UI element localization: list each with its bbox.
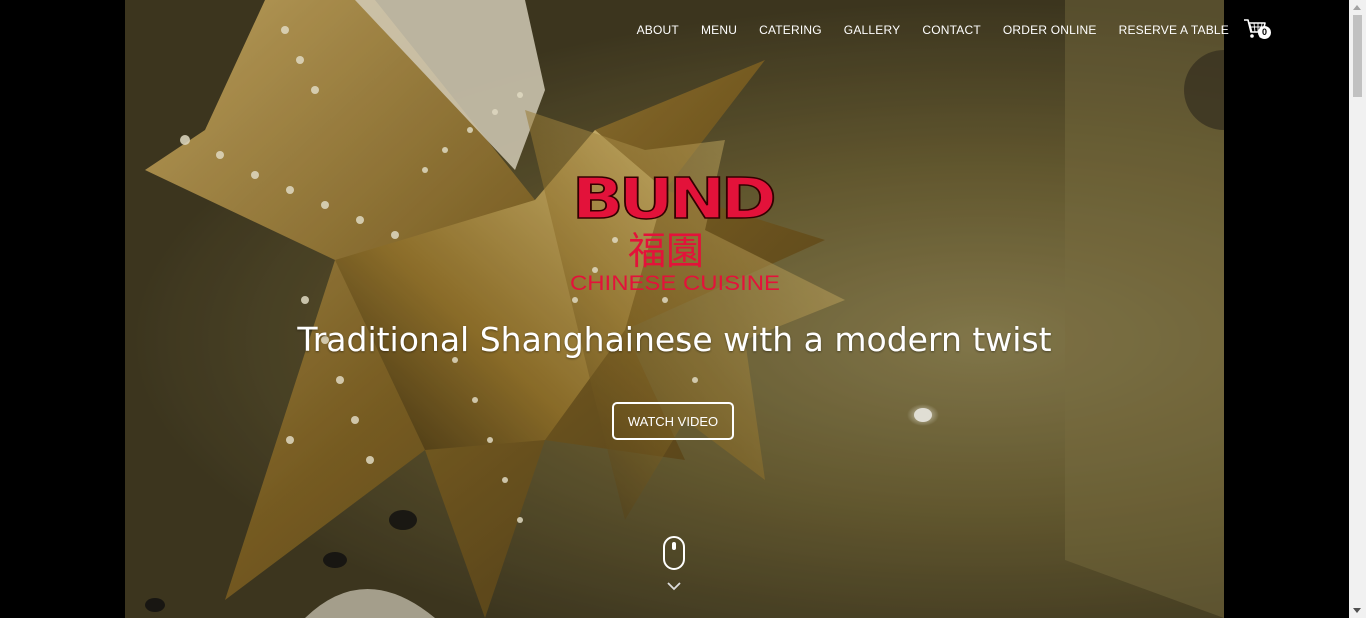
scrollbar-thumb[interactable] <box>1353 15 1362 97</box>
nav-gallery[interactable]: GALLERY <box>844 21 901 39</box>
hero-headline: Traditional Shanghainese with a modern t… <box>297 320 1052 359</box>
scroll-down-arrow-icon[interactable] <box>1353 608 1361 613</box>
nav-catering[interactable]: CATERING <box>759 21 822 39</box>
cart-count-badge: 0 <box>1258 26 1271 39</box>
nav-about[interactable]: ABOUT <box>637 21 679 39</box>
svg-text:CHINESE CUISINE: CHINESE CUISINE <box>570 272 780 295</box>
hero-overlay <box>125 0 1224 618</box>
chevron-down-icon <box>667 582 681 591</box>
brand-logo[interactable]: THE BUND 福園 CHINESE CUISINE <box>568 166 783 296</box>
nav-reserve-table[interactable]: RESERVE A TABLE <box>1119 21 1229 39</box>
watch-video-button[interactable]: WATCH VIDEO <box>612 402 734 440</box>
cart-button[interactable]: 0 <box>1243 18 1271 42</box>
hero-section <box>125 0 1224 618</box>
main-navigation: ABOUT MENU CATERING GALLERY CONTACT ORDE… <box>615 18 1271 42</box>
the-bund-logo-image: THE BUND 福園 CHINESE CUISINE <box>570 166 780 295</box>
nav-order-online[interactable]: ORDER ONLINE <box>1003 21 1097 39</box>
scroll-up-arrow-icon[interactable] <box>1353 5 1361 10</box>
page: ABOUT MENU CATERING GALLERY CONTACT ORDE… <box>0 0 1366 618</box>
nav-menu[interactable]: MENU <box>701 21 737 39</box>
svg-text:福園: 福園 <box>628 229 704 273</box>
scroll-down-indicator[interactable] <box>663 536 687 596</box>
page-scrollbar[interactable] <box>1349 0 1366 618</box>
nav-contact[interactable]: CONTACT <box>922 21 981 39</box>
mouse-scroll-icon <box>663 536 685 591</box>
svg-text:BUND: BUND <box>572 167 774 232</box>
